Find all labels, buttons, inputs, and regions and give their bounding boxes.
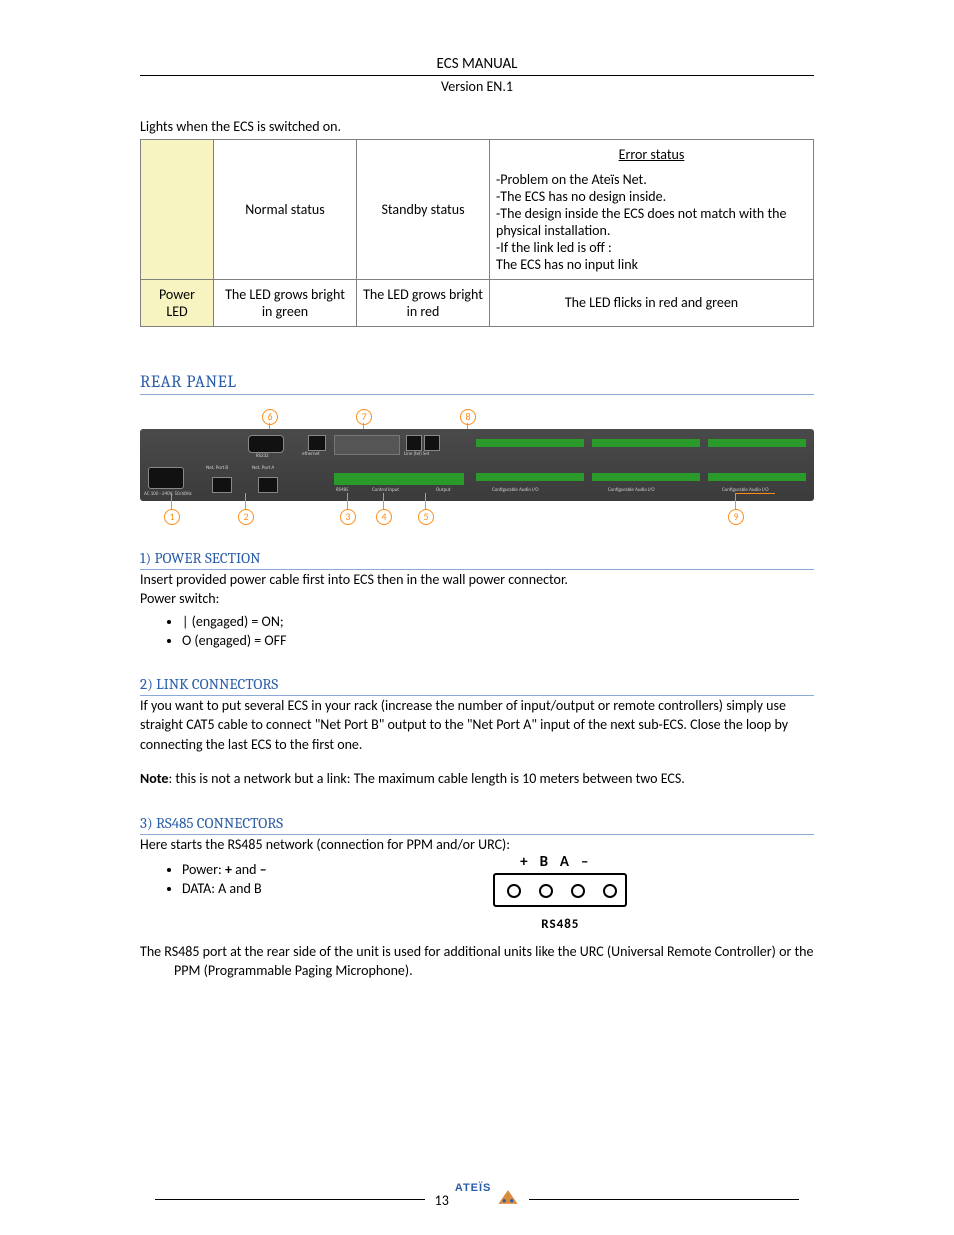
rp-rs232: RS232 — [256, 453, 269, 459]
callout-6: 6 — [262, 409, 278, 425]
note-text: : this is not a network but a link: The … — [168, 770, 684, 787]
callout-1: 1 — [164, 509, 180, 525]
err-line: The ECS has no input link — [496, 256, 807, 273]
rs485-connector-title: RS485 — [307, 917, 814, 932]
ateis-logo-icon — [497, 1189, 519, 1205]
rp-portb: Net. Port B — [206, 465, 228, 471]
rs485-b1-minus: – — [260, 861, 267, 878]
note-label: Note — [140, 770, 168, 787]
cell-normal: The LED grows bright in green — [214, 279, 357, 326]
error-status-heading: Error status — [496, 146, 807, 163]
rp-out: Output — [436, 487, 451, 493]
page-footer: 13 ATEÏS — [0, 1189, 954, 1209]
rear-panel-diagram: 6 7 8 AC 100 - 240V, 50/60Hz Net. Port B… — [140, 413, 814, 523]
pin-minus: – — [581, 853, 600, 871]
rs485-pin-labels: +BA– — [307, 853, 814, 871]
doc-version: Version EN.1 — [140, 78, 814, 95]
rp-ac-label: AC 100 - 240V, 50/60Hz — [144, 491, 192, 497]
callout-7: 7 — [356, 409, 372, 425]
lead — [347, 493, 348, 509]
power-bullet-off: O (engaged) = OFF — [182, 632, 814, 649]
pin-b: B — [540, 853, 560, 871]
rp-eth: ethernet — [302, 451, 320, 457]
power-section-heading: 1) POWER SECTION — [140, 549, 814, 570]
link-p1: If you want to put several ECS in your r… — [140, 696, 814, 755]
rp-linetel: Line (tel) Set — [404, 451, 429, 457]
err-line: -Problem on the Ateïs Net. — [496, 171, 807, 188]
brand-word: ATEÏS — [455, 1182, 492, 1194]
status-table: Normal status Standby status Error statu… — [140, 139, 814, 327]
cell-error: The LED flicks in red and green — [490, 279, 814, 326]
power-p1: Insert provided power cable first into E… — [140, 570, 814, 590]
link-heading: 2) LINK CONNECTORS — [140, 675, 814, 696]
cell-standby: The LED grows bright in red — [357, 279, 490, 326]
rs485-b1-plus: + — [225, 861, 232, 878]
intro-text: Lights when the ECS is switched on. — [140, 117, 814, 137]
rs485-b1-prefix: Power: — [182, 861, 225, 878]
link-note: Note: this is not a network but a link: … — [140, 769, 814, 789]
lead — [383, 493, 384, 509]
rp-cfg2: Configurable Audio I/O — [608, 487, 655, 493]
rp-cfg1: Configurable Audio I/O — [492, 487, 539, 493]
rs485-b1-mid: and — [232, 861, 260, 878]
callout-5: 5 — [418, 509, 434, 525]
lead — [735, 493, 736, 509]
footer-rule-right — [529, 1199, 799, 1200]
page-number: 13 — [435, 1192, 449, 1209]
callout-8: 8 — [460, 409, 476, 425]
rs485-p2: The RS485 port at the rear side of the u… — [140, 942, 814, 981]
rp-porta: Net. Port A — [252, 465, 274, 471]
err-line: -The ECS has no design inside. — [496, 188, 807, 205]
header-rule — [140, 75, 814, 76]
callout-2: 2 — [238, 509, 254, 525]
lead — [425, 493, 426, 509]
rs485-connector-icon — [493, 873, 627, 907]
err-line: -The design inside the ECS does not matc… — [496, 205, 807, 239]
pin-plus: + — [520, 853, 539, 871]
err-line: -If the link led is off : — [496, 239, 807, 256]
callout-9: 9 — [728, 509, 744, 525]
col-error-head: Error status -Problem on the Ateïs Net. … — [490, 139, 814, 279]
col-normal-head: Normal status — [214, 139, 357, 279]
power-bullet-on: | (engaged) = ON; — [182, 613, 814, 630]
callout-4: 4 — [376, 509, 392, 525]
pin-a: A — [560, 853, 581, 871]
footer-rule-left — [155, 1199, 425, 1200]
rowhead-top — [141, 139, 214, 279]
rear-panel-heading: REAR PANEL — [140, 373, 814, 395]
lead — [245, 493, 246, 509]
callout-3: 3 — [340, 509, 356, 525]
doc-title: ECS MANUAL — [140, 55, 814, 73]
rs485-heading: 3) RS485 CONNECTORS — [140, 814, 814, 835]
rs485-bullet-power: Power: + and – — [182, 861, 267, 878]
lead — [735, 493, 775, 494]
col-standby-head: Standby status — [357, 139, 490, 279]
rs485-bullet-data: DATA: A and B — [182, 880, 267, 897]
power-p2: Power switch: — [140, 589, 814, 609]
rp-cin: Control Input — [372, 487, 399, 493]
lead — [171, 493, 172, 509]
rowhead-power-led: Power LED — [141, 279, 214, 326]
rowhead-l1: Power — [159, 286, 195, 303]
rowhead-l2: LED — [166, 303, 187, 320]
